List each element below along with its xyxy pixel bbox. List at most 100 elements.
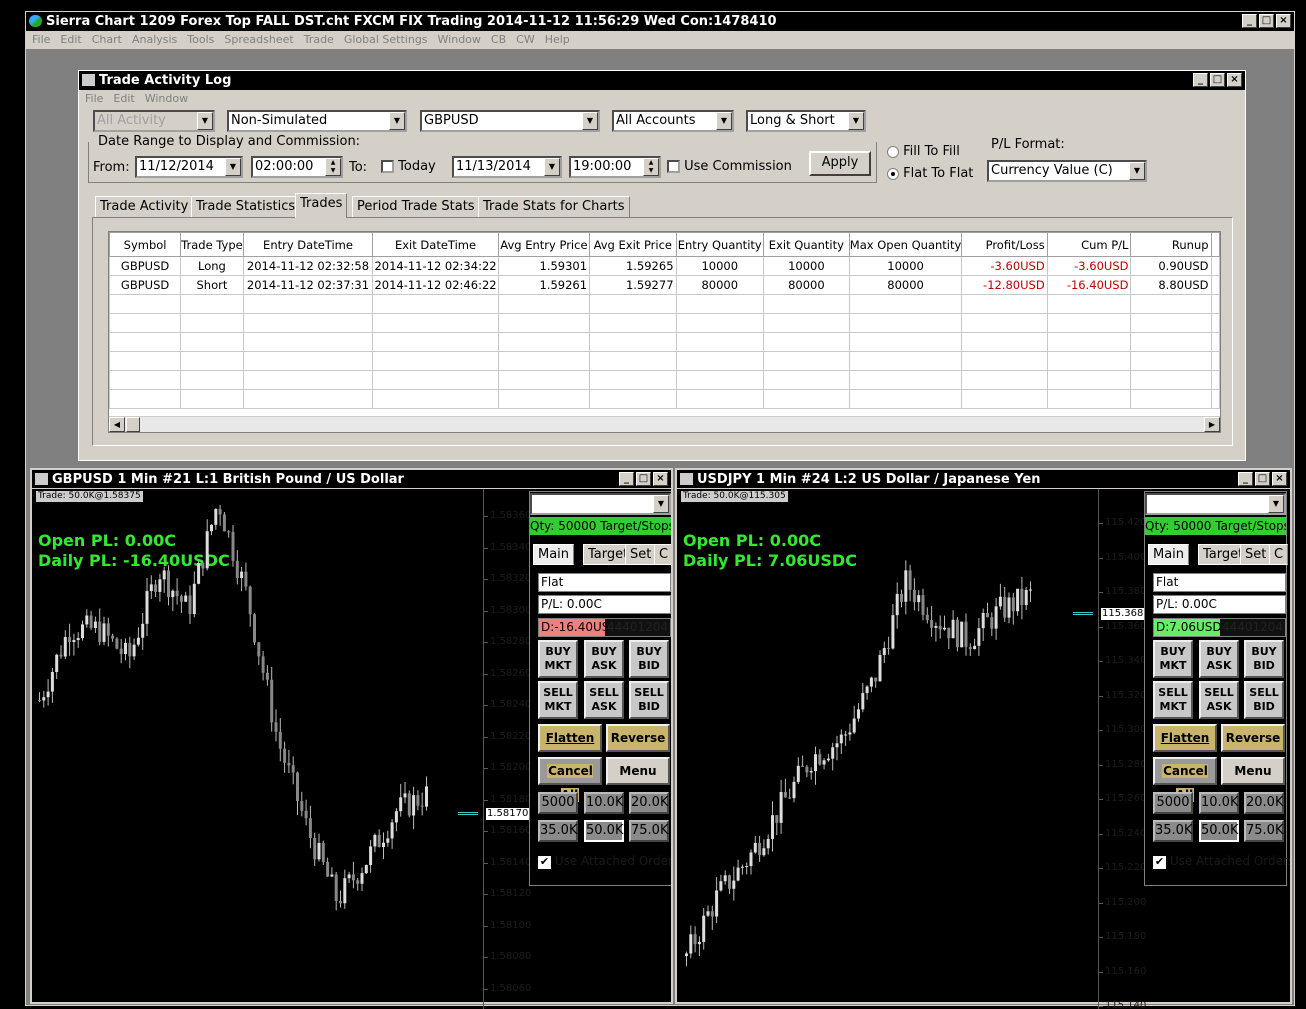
menu-edit[interactable]: Edit <box>60 31 81 49</box>
table-row[interactable] <box>109 370 1220 390</box>
tab-trade-statistics[interactable]: Trade Statistics <box>191 196 301 217</box>
sell-ask-button[interactable]: SELL ASK <box>584 681 624 719</box>
table-row[interactable] <box>109 351 1220 371</box>
from-time-spinner[interactable]: 02:00:00 ▲ ▼ <box>251 156 343 178</box>
menu-chart[interactable]: Chart <box>92 31 122 49</box>
table-row[interactable]: GBPUSD Long 2014-11-12 02:32:58 2014-11-12 … <box>109 256 1220 276</box>
buy-market-button[interactable]: BUY MKT <box>1153 640 1193 678</box>
maximize-button[interactable]: □ <box>1259 14 1274 28</box>
minimize-button[interactable]: _ <box>1193 73 1208 87</box>
close-button[interactable]: × <box>1276 14 1291 28</box>
minimize-button[interactable]: _ <box>619 472 634 486</box>
pl-format-select[interactable]: Currency Value (C) ▼ <box>987 160 1147 182</box>
buy-bid-button[interactable]: BUY BID <box>1244 640 1284 678</box>
price-axis[interactable]: 115.420 115.400 115.380 115.360 115.340 115.3… <box>1098 489 1146 1009</box>
from-date-picker[interactable]: 11/12/2014 ▼ <box>135 156 243 178</box>
close-button[interactable]: × <box>1227 73 1242 87</box>
close-button[interactable]: × <box>653 472 668 486</box>
horizontal-scrollbar[interactable]: ◀ ▶ <box>109 416 1220 432</box>
sell-bid-button[interactable]: SELL BID <box>1244 681 1284 719</box>
check-icon[interactable]: ✔ <box>1153 856 1166 869</box>
column-header[interactable]: Runup <box>1130 232 1212 257</box>
price-axis[interactable]: 1.58360 1.58340 1.58320 1.58300 1.58280 1.582… <box>483 489 531 1009</box>
maximize-button[interactable]: □ <box>636 472 651 486</box>
tab-set[interactable]: Set <box>625 544 657 565</box>
radio[interactable] <box>887 167 899 180</box>
menu-spreadsheet[interactable]: Spreadsheet <box>224 31 293 49</box>
price-chart[interactable]: Trade: 50.0K@1.58375 Open PL: 0.00C Daily … <box>32 489 671 1009</box>
tab-main[interactable]: Main <box>533 544 575 565</box>
radio[interactable] <box>887 145 899 158</box>
quantity-5-button[interactable]: 75.0K <box>629 820 669 842</box>
reverse-button[interactable]: Reverse <box>606 724 670 752</box>
apply-button[interactable]: Apply <box>809 151 871 176</box>
to-time-spinner[interactable]: 19:00:00 ▲ ▼ <box>569 156 661 178</box>
minimize-button[interactable]: _ <box>1242 14 1257 28</box>
use-commission-checkbox[interactable]: Use Commission <box>667 159 792 174</box>
quantity-3-button[interactable]: 35.0K <box>538 820 578 842</box>
quantity-4-button[interactable]: 50.0K <box>584 820 624 842</box>
table-row[interactable]: GBPUSD Short 2014-11-12 02:37:31 2014-11-12… <box>109 275 1220 295</box>
sell-ask-button[interactable]: SELL ASK <box>1199 681 1239 719</box>
menu-button[interactable]: Menu <box>1221 757 1285 785</box>
reverse-button[interactable]: Reverse <box>1221 724 1285 752</box>
tab-trade-activity[interactable]: Trade Activity <box>95 196 194 217</box>
column-header[interactable]: Symbol <box>109 232 182 257</box>
column-header[interactable]: Entry DateTime <box>242 232 374 257</box>
menu-window[interactable]: Window <box>438 31 481 49</box>
tab-period-trade-stats[interactable]: Period Trade Stats <box>352 196 480 217</box>
menu-file[interactable]: File <box>32 31 50 49</box>
column-header[interactable]: Avg Entry Price <box>497 232 591 257</box>
flatten-button[interactable]: Flatten <box>538 724 602 752</box>
quantity-1-button[interactable]: 10.0K <box>584 792 624 814</box>
activity-type-select[interactable]: All Activity ▼ <box>93 110 215 132</box>
menu-help[interactable]: Help <box>545 31 570 49</box>
attached-orders-checkbox[interactable]: ✔ Use Attached Orders <box>538 854 671 869</box>
flatten-button[interactable]: Flatten <box>1153 724 1217 752</box>
tab-set[interactable]: Set <box>1240 544 1272 565</box>
menu-tools[interactable]: Tools <box>187 31 214 49</box>
buy-market-button[interactable]: BUY MKT <box>538 640 578 678</box>
check-icon[interactable]: ✔ <box>538 856 551 869</box>
menu-cb[interactable]: CB <box>491 31 506 49</box>
quantity-4-button[interactable]: 50.0K <box>1199 820 1239 842</box>
flat-to-flat-radio[interactable]: Flat To Flat <box>887 166 973 181</box>
menu-window[interactable]: Window <box>145 90 188 108</box>
column-header[interactable]: Avg Exit Price <box>589 232 677 257</box>
menu-file[interactable]: File <box>85 90 103 108</box>
buy-bid-button[interactable]: BUY BID <box>629 640 669 678</box>
quantity-0-button[interactable]: 5000 <box>538 792 578 814</box>
menu-trade[interactable]: Trade <box>304 31 334 49</box>
checkbox[interactable] <box>667 160 680 173</box>
usdjpy-title-bar[interactable]: USDJPY 1 Min #24 L:2 US Dollar / Japanes… <box>677 470 1290 489</box>
tab-main[interactable]: Main <box>1148 544 1190 565</box>
checkbox[interactable] <box>381 160 394 173</box>
quantity-5-button[interactable]: 75.0K <box>1244 820 1284 842</box>
today-checkbox[interactable]: Today <box>381 159 436 174</box>
menu-cw[interactable]: CW <box>516 31 535 49</box>
table-row[interactable] <box>109 389 1220 409</box>
menu-analysis[interactable]: Analysis <box>132 31 177 49</box>
accounts-select[interactable]: All Accounts ▼ <box>612 110 734 132</box>
to-date-picker[interactable]: 11/13/2014 ▼ <box>452 156 562 178</box>
quantity-0-button[interactable]: 5000 <box>1153 792 1193 814</box>
column-header[interactable]: Entry Quantity <box>675 232 764 257</box>
side-select[interactable]: Long & Short ▼ <box>746 110 866 132</box>
tab-trades[interactable]: Trades <box>295 193 348 218</box>
column-header[interactable]: Exit Quantity <box>762 232 850 257</box>
cancel-all-button[interactable]: Cancel All <box>1153 757 1217 802</box>
scrollbar-thumb[interactable] <box>126 417 140 432</box>
menu-button[interactable]: Menu <box>606 757 670 785</box>
column-header[interactable]: Max Open Quantity <box>848 232 963 257</box>
table-row[interactable] <box>109 332 1220 352</box>
main-title-bar[interactable]: Sierra Chart 1209 Forex Top FALL DST.cht… <box>26 12 1294 31</box>
close-button[interactable]: × <box>1272 472 1287 486</box>
quantity-1-button[interactable]: 10.0K <box>1199 792 1239 814</box>
table-row[interactable] <box>109 313 1220 333</box>
quantity-2-button[interactable]: 20.0K <box>1244 792 1284 814</box>
symbol-select[interactable]: GBPUSD ▼ <box>420 110 600 132</box>
sell-bid-button[interactable]: SELL BID <box>629 681 669 719</box>
cancel-all-button[interactable]: Cancel All <box>538 757 602 802</box>
attached-orders-checkbox[interactable]: ✔ Use Attached Orders <box>1153 854 1290 869</box>
sell-market-button[interactable]: SELL MKT <box>1153 681 1193 719</box>
